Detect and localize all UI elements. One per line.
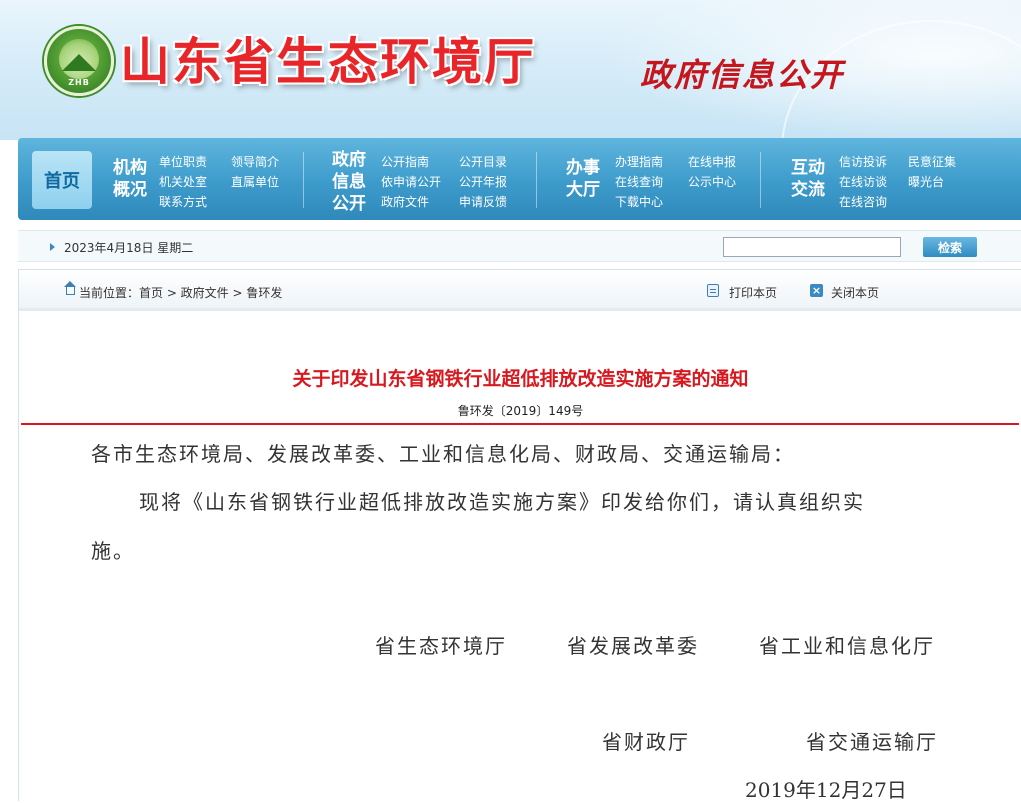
main-nav: 首页 机构 概况 单位职责 领导简介 机关处室 直属单位 联系方式 政府 信息 …: [18, 138, 1021, 220]
nav-group-title[interactable]: 互动 交流: [788, 157, 828, 201]
close-page-link[interactable]: 关闭本页: [831, 284, 879, 301]
nav-link-annual-report[interactable]: 公开年报: [459, 173, 507, 190]
nav-group-interaction: 互动 交流 信访投诉 民意征集 在线访谈 曝光台 在线咨询: [788, 138, 988, 220]
banner-subtitle: 政府信息公开: [640, 56, 845, 94]
nav-group-services: 办事 大厅 办理指南 在线申报 在线查询 公示中心 下载中心: [563, 138, 763, 220]
nav-link-affiliated[interactable]: 直属单位: [231, 173, 279, 190]
nav-group-title-line: 机构: [113, 158, 147, 178]
site-title[interactable]: 山东省生态环境厅: [120, 22, 536, 94]
nav-link-opinion[interactable]: 民意征集: [908, 153, 956, 170]
nav-link-on-request[interactable]: 依申请公开: [381, 173, 441, 190]
nav-link-gov-documents[interactable]: 政府文件: [381, 193, 429, 210]
site-logo-icon[interactable]: ZHB: [44, 26, 114, 96]
nav-group-title-line: 信息: [332, 172, 366, 192]
nav-link-service-guide[interactable]: 办理指南: [615, 153, 663, 170]
nav-group-title-line: 公开: [332, 194, 366, 214]
nav-group-org: 机构 概况 单位职责 领导简介 机关处室 直属单位 联系方式: [110, 138, 310, 220]
arrow-right-icon: [50, 243, 55, 251]
document-date: 2019年12月27日: [745, 778, 907, 802]
nav-divider: [303, 152, 304, 208]
content-frame: 当前位置：首页 > 政府文件 > 鲁环发 打印本页 × 关闭本页 关于印发山东省…: [18, 269, 1021, 802]
nav-group-title[interactable]: 办事 大厅: [563, 157, 603, 201]
nav-link-departments[interactable]: 机关处室: [159, 173, 207, 190]
nav-divider: [760, 152, 761, 208]
nav-link-guide[interactable]: 公开指南: [381, 153, 429, 170]
nav-group-title[interactable]: 政府 信息 公开: [328, 149, 370, 215]
print-page-link[interactable]: 打印本页: [729, 284, 777, 301]
logo-mountain-icon: [62, 54, 96, 71]
breadcrumb[interactable]: 当前位置：首页 > 政府文件 > 鲁环发: [79, 284, 282, 301]
document-body-line: 现将《山东省钢铁行业超低排放改造实施方案》印发给你们，请认真组织实: [139, 490, 865, 514]
nav-link-leaders[interactable]: 领导简介: [231, 153, 279, 170]
nav-group-disclosure: 政府 信息 公开 公开指南 公开目录 依申请公开 公开年报 政府文件 申请反馈: [328, 138, 538, 220]
nav-link-request-feedback[interactable]: 申请反馈: [459, 193, 507, 210]
logo-text: ZHB: [68, 78, 90, 87]
nav-link-downloads[interactable]: 下载中心: [615, 193, 663, 210]
nav-link-online-apply[interactable]: 在线申报: [688, 153, 736, 170]
signatory: 省发展改革委: [567, 634, 699, 658]
close-icon[interactable]: ×: [810, 284, 823, 297]
print-icon[interactable]: [707, 284, 719, 297]
nav-link-unit-duties[interactable]: 单位职责: [159, 153, 207, 170]
signatory: 省交通运输厅: [806, 730, 938, 754]
document-number: 鲁环发〔2019〕149号: [457, 404, 584, 418]
nav-divider: [536, 152, 537, 208]
nav-home-button[interactable]: 首页: [32, 151, 92, 209]
nav-group-title-line: 交流: [791, 180, 825, 200]
red-divider: [21, 423, 1019, 425]
nav-link-contact[interactable]: 联系方式: [159, 193, 207, 210]
breadcrumb-bar: 当前位置：首页 > 政府文件 > 鲁环发 打印本页 × 关闭本页: [19, 270, 1021, 311]
current-date: 2023年4月18日 星期二: [64, 241, 194, 255]
nav-link-public-notice[interactable]: 公示中心: [688, 173, 736, 190]
nav-group-title-line: 政府: [332, 150, 366, 170]
signatory: 省工业和信息化厅: [759, 634, 935, 658]
nav-link-online-query[interactable]: 在线查询: [615, 173, 663, 190]
nav-link-exposure[interactable]: 曝光台: [908, 173, 944, 190]
document-recipients: 各市生态环境局、发展改革委、工业和信息化局、财政局、交通运输局：: [91, 442, 795, 466]
nav-link-catalog[interactable]: 公开目录: [459, 153, 507, 170]
document-title: 关于印发山东省钢铁行业超低排放改造实施方案的通知: [292, 368, 749, 390]
nav-link-petition[interactable]: 信访投诉: [839, 153, 887, 170]
document-body-line: 施。: [91, 539, 135, 563]
nav-group-title-line: 办事: [566, 158, 600, 178]
search-button[interactable]: 检索: [923, 237, 977, 257]
nav-group-title[interactable]: 机构 概况: [110, 157, 150, 201]
home-icon: [64, 281, 76, 295]
nav-group-title-line: 大厅: [566, 180, 600, 200]
nav-link-interview[interactable]: 在线访谈: [839, 173, 887, 190]
nav-link-consult[interactable]: 在线咨询: [839, 193, 887, 210]
date-search-bar: 2023年4月18日 星期二 检索: [18, 230, 1021, 262]
signatory: 省财政厅: [602, 730, 690, 754]
search-input[interactable]: [723, 237, 901, 257]
site-banner: ZHB 山东省生态环境厅 政府信息公开: [0, 0, 1021, 140]
signatory: 省生态环境厅: [375, 634, 507, 658]
nav-group-title-line: 互动: [791, 158, 825, 178]
nav-group-title-line: 概况: [113, 180, 147, 200]
